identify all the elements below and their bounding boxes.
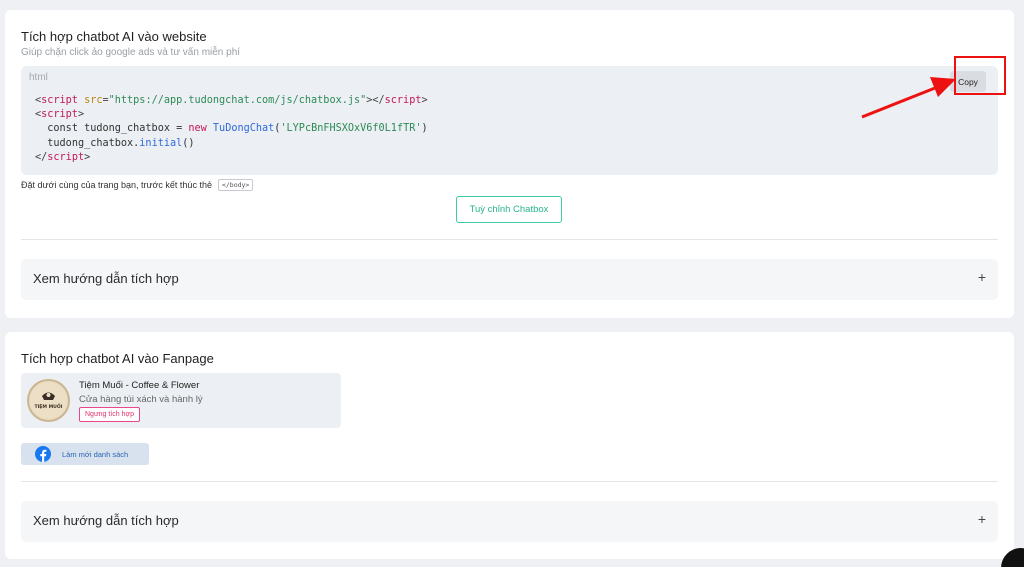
code-src-url: "https://app.tudongchat.com/js/chatbox.j… bbox=[108, 95, 367, 106]
code-snippet-block: html Copy <script src="https://app.tudon… bbox=[21, 66, 998, 175]
code-var-name: tudong_chatbox bbox=[84, 123, 170, 135]
fanpage-logo: TIỆM MUỐI bbox=[30, 382, 67, 419]
code-var-name-2: tudong_chatbox bbox=[47, 137, 134, 149]
placement-hint-text: Đặt dưới cùng của trang bạn, trước kết t… bbox=[21, 180, 212, 190]
fanpage-section-title: Tích hợp chatbot AI vào Fanpage bbox=[21, 351, 214, 366]
plus-icon[interactable]: + bbox=[978, 511, 986, 527]
refresh-list-button[interactable]: Làm mới danh sách bbox=[21, 443, 149, 465]
fanpage-item[interactable]: TIỆM MUỐI Tiệm Muối - Coffee & Flower Cử… bbox=[21, 373, 341, 428]
customize-chatbox-button[interactable]: Tuỳ chỉnh Chatbox bbox=[456, 196, 562, 223]
code-language-label: html bbox=[29, 72, 48, 83]
fanpage-name: Tiệm Muối - Coffee & Flower bbox=[79, 380, 200, 391]
code-token: 'LYPcBnFHSXOxV6f0L1fTR' bbox=[280, 123, 422, 135]
website-integration-card: Tích hợp chatbot AI vào website Giúp chặ… bbox=[5, 10, 1014, 318]
facebook-icon bbox=[35, 446, 51, 462]
disconnect-badge[interactable]: Ngưng tích hợp bbox=[79, 407, 140, 422]
refresh-list-label: Làm mới danh sách bbox=[62, 449, 129, 459]
integration-guide-label: Xem hướng dẫn tích hợp bbox=[33, 271, 179, 286]
placement-hint: Đặt dưới cùng của trang bạn, trước kết t… bbox=[21, 179, 254, 191]
code-method: initial bbox=[139, 137, 183, 149]
plus-icon[interactable]: + bbox=[978, 269, 986, 285]
integration-guide-label: Xem hướng dẫn tích hợp bbox=[33, 513, 179, 528]
fanpage-avatar: TIỆM MUỐI bbox=[27, 379, 70, 422]
integration-guide-accordion[interactable]: Xem hướng dẫn tích hợp + bbox=[21, 259, 998, 300]
website-section-title: Tích hợp chatbot AI vào website bbox=[21, 29, 207, 44]
section-divider bbox=[21, 481, 998, 482]
code-class-name: TuDongChat bbox=[212, 123, 275, 135]
fanpage-integration-card: Tích hợp chatbot AI vào Fanpage TIỆM MUỐ… bbox=[5, 332, 1014, 559]
placement-hint-tag: </body> bbox=[217, 179, 254, 191]
website-section-subtitle: Giúp chặn click ảo google ads và tư vấn … bbox=[21, 47, 241, 58]
integration-guide-accordion[interactable]: Xem hướng dẫn tích hợp + bbox=[21, 501, 998, 542]
fanpage-description: Cửa hàng túi xách và hành lý bbox=[79, 394, 203, 405]
copy-highlight-box bbox=[954, 56, 1006, 95]
section-divider bbox=[21, 239, 998, 240]
code-lines: <script src="https://app.tudongchat.com/… bbox=[35, 95, 428, 163]
